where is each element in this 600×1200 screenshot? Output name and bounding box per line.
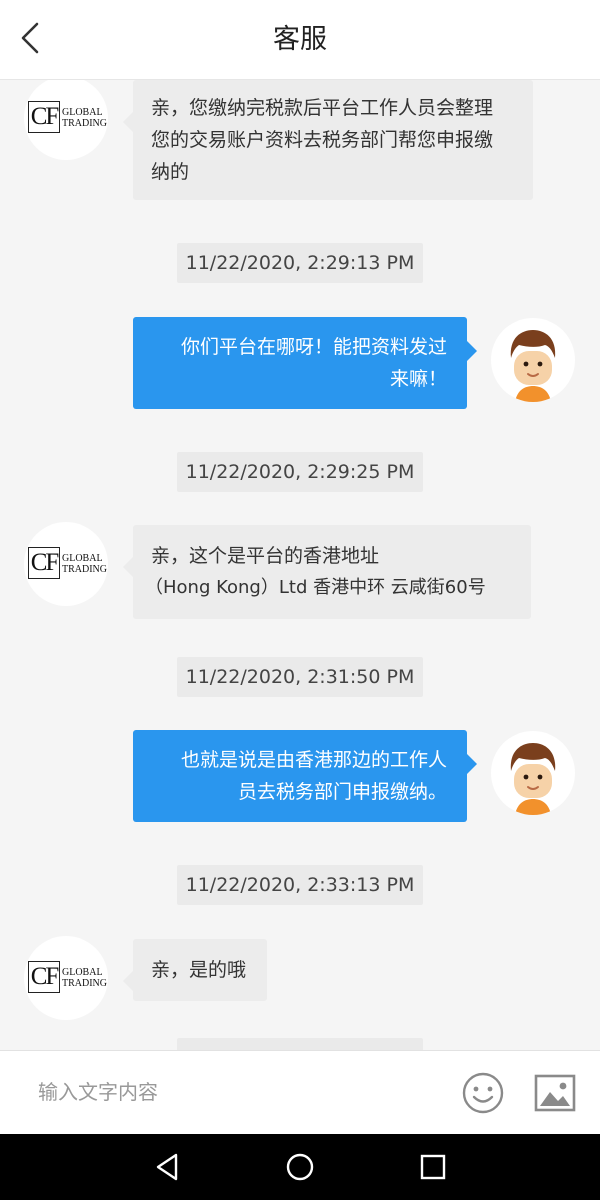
timestamp: 11/22/2020, 2:29:13 PM [177, 243, 423, 283]
boy-avatar-icon [510, 743, 556, 815]
message-bubble-sent[interactable]: 也就是说是由香港那边的工作人 员去税务部门申报缴纳。 [133, 730, 477, 822]
circle-home-icon [286, 1153, 314, 1181]
image-button[interactable] [532, 1070, 578, 1116]
message-line: 员去税务部门申报缴纳。 [237, 781, 447, 803]
message-line: （Hong Kong）Ltd 香港中环 云咸街60号 [145, 577, 486, 598]
emoji-button[interactable] [460, 1070, 506, 1116]
service-avatar[interactable]: CF GLOBAL TRADING [24, 522, 108, 606]
message-bubble-received[interactable]: 亲，是的哦 [123, 939, 267, 1001]
image-icon [534, 1074, 576, 1112]
input-bar [0, 1050, 600, 1134]
square-recents-icon [420, 1154, 446, 1180]
message-line: 亲，是的哦 [151, 959, 247, 981]
message-line: 纳的 [151, 161, 190, 183]
message-line: 亲，这个是平台的香港地址 [151, 545, 380, 567]
nav-recents-button[interactable] [416, 1150, 450, 1184]
system-navigation-bar [0, 1134, 600, 1200]
service-avatar[interactable]: CF GLOBAL TRADING [24, 936, 108, 1020]
smiley-icon [462, 1072, 504, 1114]
page-title: 客服 [273, 24, 327, 55]
timestamp: 11/22/2020, 2:29:25 PM [177, 452, 423, 492]
message-bubble-received[interactable]: 亲，这个是平台的香港地址 （Hong Kong）Ltd 香港中环 云咸街60号 [123, 525, 531, 619]
service-avatar[interactable]: CF GLOBAL TRADING [24, 80, 108, 160]
cf-global-trading-logo: CF GLOBAL TRADING [28, 547, 107, 579]
message-line: 亲，您缴纳完税款后平台工作人员会整理 [151, 97, 494, 119]
user-avatar[interactable] [491, 731, 575, 815]
user-avatar[interactable] [491, 318, 575, 402]
cf-global-trading-logo: CF GLOBAL TRADING [28, 961, 107, 993]
timestamp: 11/22/2020, 2:31:50 PM [177, 657, 423, 697]
message-line: 也就是说是由香港那边的工作人 [180, 749, 447, 771]
timestamp: 11/22/2020, 2:33:13 PM [177, 865, 423, 905]
message-line: 你们平台在哪呀！能把资料发过 [180, 336, 447, 358]
message-bubble-received[interactable]: 亲，您缴纳完税款后平台工作人员会整理 您的交易账户资料去税务部门帮您申报缴 纳的 [123, 80, 533, 200]
message-line: 您的交易账户资料去税务部门帮您申报缴 [151, 129, 494, 151]
chat-message-list[interactable]: CF GLOBAL TRADING 亲，您缴纳完税款后平台工作人员会整理 您的交… [0, 80, 600, 1050]
timestamp-partial [177, 1038, 423, 1050]
message-line: 来嘛！ [389, 368, 447, 390]
boy-avatar-icon [510, 330, 556, 402]
message-input[interactable] [36, 1071, 440, 1113]
cf-global-trading-logo: CF GLOBAL TRADING [28, 101, 107, 133]
nav-back-button[interactable] [150, 1150, 184, 1184]
nav-home-button[interactable] [283, 1150, 317, 1184]
triangle-back-icon [156, 1153, 178, 1181]
message-bubble-sent[interactable]: 你们平台在哪呀！能把资料发过 来嘛！ [133, 317, 477, 409]
header-bar: 客服 [0, 0, 600, 80]
